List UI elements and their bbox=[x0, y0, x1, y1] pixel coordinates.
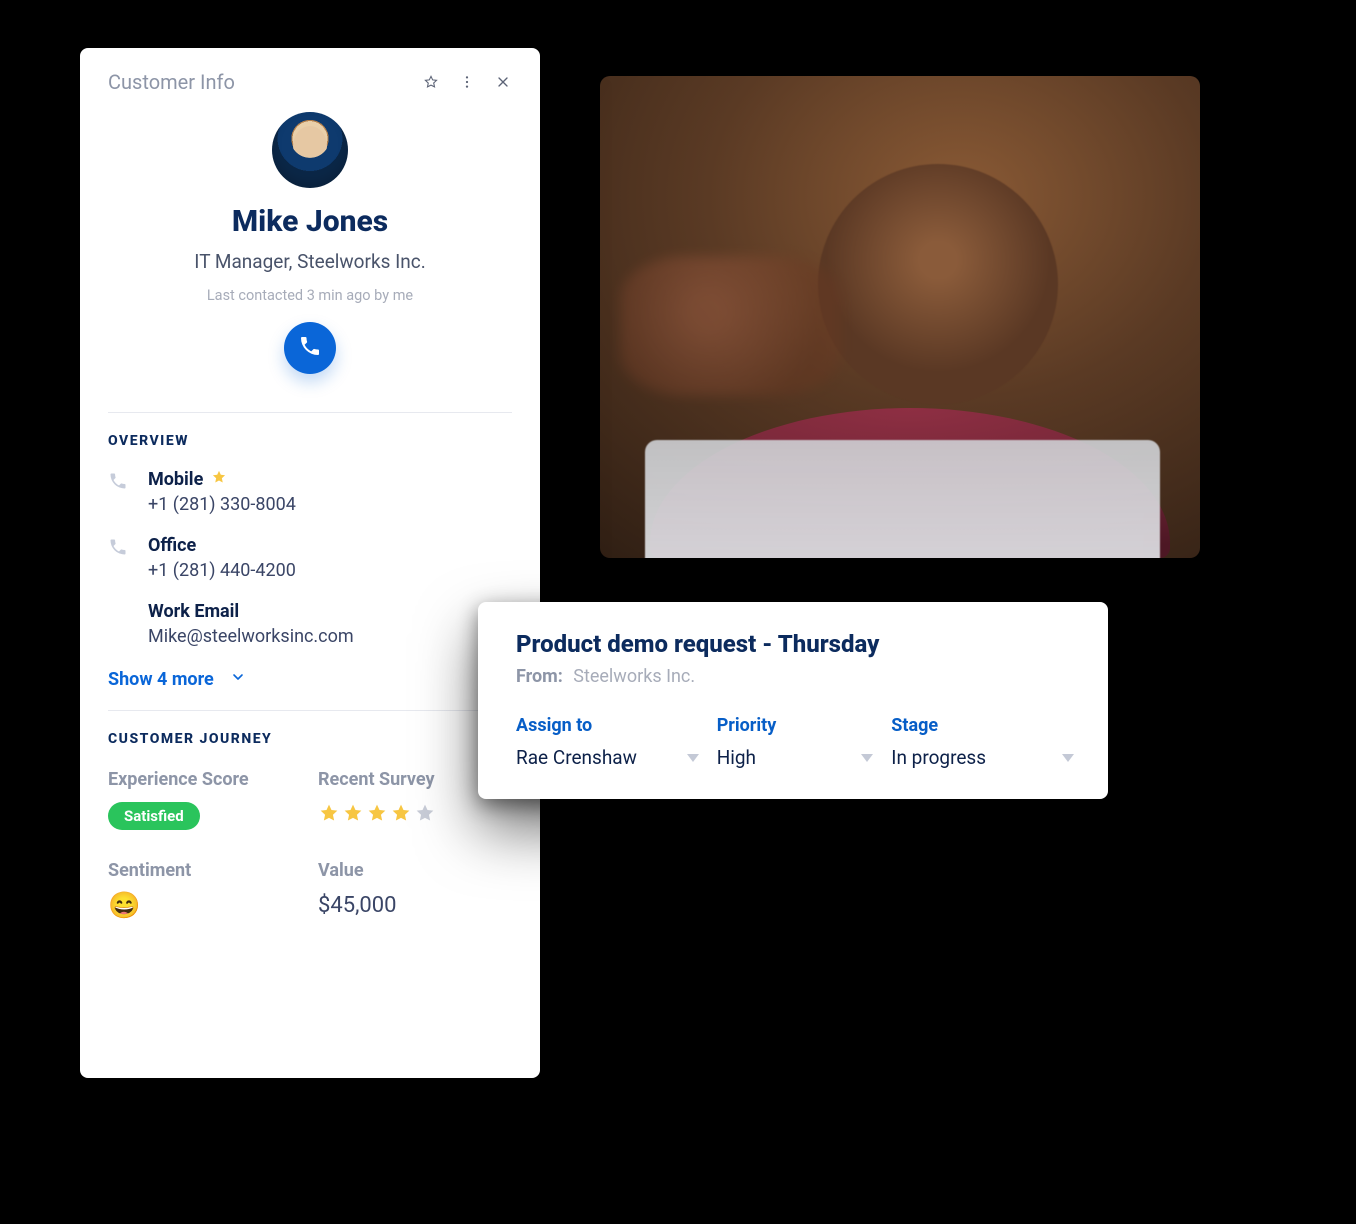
contact-mobile: Mobile +1 (281) 330-8004 bbox=[108, 469, 512, 515]
customer-profile: Mike Jones IT Manager, Steelworks Inc. L… bbox=[108, 104, 512, 392]
phone-icon bbox=[298, 334, 322, 362]
star-filled-icon bbox=[318, 802, 340, 828]
phone-icon bbox=[108, 471, 138, 491]
overview-item-label: Work Email bbox=[148, 601, 512, 622]
star-filled-icon bbox=[390, 802, 412, 828]
sentiment: Sentiment 😄 bbox=[108, 860, 302, 919]
more-options-button[interactable] bbox=[458, 73, 476, 91]
card-title: Customer Info bbox=[108, 70, 235, 94]
value: Value $45,000 bbox=[318, 860, 512, 918]
overview-heading: OVERVIEW bbox=[108, 433, 512, 449]
experience-label: Experience Score bbox=[108, 769, 302, 790]
divider bbox=[108, 412, 512, 413]
caret-down-icon bbox=[1062, 754, 1074, 762]
close-button[interactable] bbox=[494, 73, 512, 91]
from-value: Steelworks Inc. bbox=[573, 666, 695, 687]
sentiment-emoji: 😄 bbox=[108, 893, 302, 919]
value-amount: $45,000 bbox=[318, 893, 512, 918]
call-button[interactable] bbox=[284, 322, 336, 374]
preferred-star-icon bbox=[211, 469, 227, 490]
experience-badge: Satisfied bbox=[108, 802, 200, 830]
star-rating bbox=[318, 802, 436, 828]
priority-label: Priority bbox=[717, 715, 874, 736]
overview-item-value: Mike@steelworksinc.com bbox=[148, 626, 512, 647]
hero-photo bbox=[600, 76, 1200, 558]
value-label: Value bbox=[318, 860, 512, 881]
customer-role: IT Manager, Steelworks Inc. bbox=[108, 250, 512, 273]
from-label: From: bbox=[516, 666, 563, 687]
kebab-icon bbox=[459, 74, 475, 90]
show-more-label: Show 4 more bbox=[108, 669, 214, 690]
priority-field: Priority High bbox=[717, 715, 874, 769]
phone-icon bbox=[108, 537, 138, 557]
sentiment-label: Sentiment bbox=[108, 860, 302, 881]
ticket-from: From: Steelworks Inc. bbox=[516, 666, 1074, 687]
star-filled-icon bbox=[366, 802, 388, 828]
customer-info-card: Customer Info bbox=[80, 48, 540, 1078]
customer-avatar bbox=[272, 112, 348, 188]
assign-to-value: Rae Crenshaw bbox=[516, 746, 637, 769]
journey-heading: CUSTOMER JOURNEY bbox=[108, 731, 512, 747]
star-filled-icon bbox=[342, 802, 364, 828]
favorite-button[interactable] bbox=[422, 73, 440, 91]
customer-name: Mike Jones bbox=[108, 204, 512, 240]
header-actions bbox=[422, 73, 512, 91]
card-header: Customer Info bbox=[108, 70, 512, 94]
overview-item-value: +1 (281) 440-4200 bbox=[148, 560, 512, 581]
ticket-title: Product demo request - Thursday bbox=[516, 630, 1074, 658]
last-contact: Last contacted 3 min ago by me bbox=[108, 287, 512, 304]
show-more-button[interactable]: Show 4 more bbox=[108, 669, 246, 690]
overview-list: Mobile +1 (281) 330-8004 Office +1 (281) 44… bbox=[108, 469, 512, 647]
overview-item-label: Office bbox=[148, 535, 512, 556]
ticket-card: Product demo request - Thursday From: St… bbox=[478, 602, 1108, 799]
overview-item-value: +1 (281) 330-8004 bbox=[148, 494, 512, 515]
stage-select[interactable]: In progress bbox=[891, 746, 1074, 769]
chevron-down-icon bbox=[230, 669, 246, 690]
assign-to-field: Assign to Rae Crenshaw bbox=[516, 715, 699, 769]
star-outline-icon bbox=[423, 74, 439, 90]
assign-to-label: Assign to bbox=[516, 715, 699, 736]
stage-value: In progress bbox=[891, 746, 986, 769]
contact-work-email: Work Email Mike@steelworksinc.com bbox=[108, 601, 512, 647]
assign-to-select[interactable]: Rae Crenshaw bbox=[516, 746, 699, 769]
experience-score: Experience Score Satisfied bbox=[108, 769, 302, 830]
customer-journey: CUSTOMER JOURNEY Experience Score Satisf… bbox=[108, 731, 512, 919]
stage-label: Stage bbox=[891, 715, 1074, 736]
contact-office: Office +1 (281) 440-4200 bbox=[108, 535, 512, 581]
priority-select[interactable]: High bbox=[717, 746, 874, 769]
star-empty-icon bbox=[414, 802, 436, 828]
caret-down-icon bbox=[687, 754, 699, 762]
stage-field: Stage In progress bbox=[891, 715, 1074, 769]
overview-item-label: Mobile bbox=[148, 469, 512, 490]
divider bbox=[108, 710, 512, 711]
close-icon bbox=[495, 74, 511, 90]
caret-down-icon bbox=[861, 754, 873, 762]
priority-value: High bbox=[717, 746, 756, 769]
